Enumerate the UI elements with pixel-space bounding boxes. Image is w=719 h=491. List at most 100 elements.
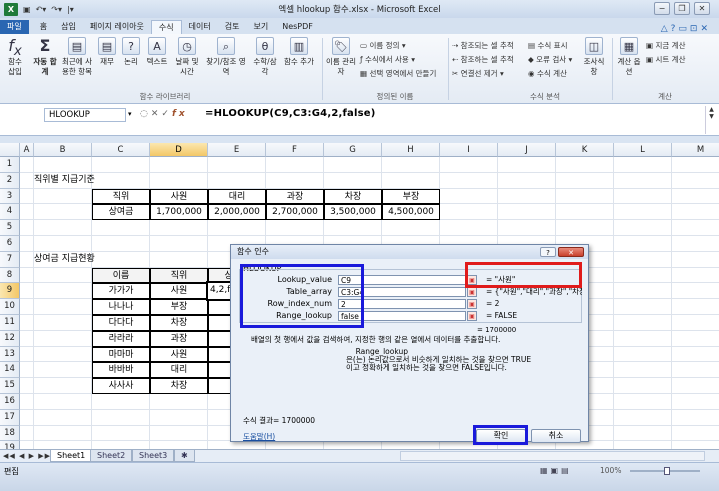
table-cell[interactable]: 라라라	[92, 330, 150, 347]
text-button[interactable]: A 텍스트	[144, 37, 170, 67]
calc-options-button[interactable]: ▦ 계산 옵션	[616, 37, 642, 77]
table-header[interactable]: 이름	[92, 267, 150, 284]
trace-precedents-button[interactable]: ⇢ 참조되는 셀 추적	[452, 40, 514, 51]
tab-insert[interactable]: 삽입	[54, 20, 83, 34]
formula-bar-icons[interactable]: ◌✕✓fx	[140, 109, 188, 119]
more-functions-button[interactable]: ▥ 함수 추가	[284, 37, 314, 67]
row-header-16[interactable]: 16	[0, 394, 20, 410]
column-header-l[interactable]: L	[614, 143, 672, 157]
new-sheet-icon[interactable]: ✱	[174, 450, 195, 462]
table-cell[interactable]: 사원	[150, 346, 208, 363]
ribbon-help-icons[interactable]: △?▭⊡✕	[661, 24, 719, 34]
range-lookup-input[interactable]: false	[338, 311, 466, 321]
finance-button[interactable]: ▤ 재무	[96, 37, 118, 67]
minimize-icon[interactable]: −	[654, 2, 670, 15]
sheet-nav-icons[interactable]: ◀◀ ◀ ▶ ▶▶	[3, 450, 51, 462]
table-cell[interactable]: 3,500,000	[324, 204, 382, 221]
table-cell[interactable]: 4,500,000	[382, 204, 440, 221]
save-icon[interactable]: ▣	[23, 5, 31, 14]
tab-home[interactable]: 홈	[33, 20, 54, 34]
cancel-button[interactable]: 취소	[531, 429, 581, 443]
table-header[interactable]: 대리	[208, 188, 266, 205]
redo-icon[interactable]: ↷▾	[51, 5, 62, 14]
row-header-1[interactable]: 1	[0, 157, 20, 173]
remove-arrows-button[interactable]: ✂ 연결선 제거 ▾	[452, 68, 504, 79]
ok-button[interactable]: 확인	[476, 429, 526, 443]
table-cell[interactable]: 마마마	[92, 346, 150, 363]
table-cell[interactable]: 대리	[150, 362, 208, 379]
math-button[interactable]: θ 수학/삼각	[250, 37, 280, 77]
sheet-tab-2[interactable]: Sheet2	[90, 450, 133, 462]
column-header-j[interactable]: J	[498, 143, 556, 157]
table-cell[interactable]: 차장	[150, 315, 208, 331]
table-title[interactable]: 직위별 지급기준	[34, 173, 174, 189]
table-cell[interactable]: 2,000,000	[208, 204, 266, 221]
table-header[interactable]: 직위	[150, 267, 208, 284]
table-cell[interactable]: 1,700,000	[150, 204, 208, 221]
column-header-h[interactable]: H	[382, 143, 440, 157]
row-header-4[interactable]: 4	[0, 204, 20, 221]
autosum-button[interactable]: Σ 자동 합계	[32, 37, 58, 77]
tab-nespdf[interactable]: NesPDF	[275, 20, 320, 34]
table-header[interactable]: 차장	[324, 188, 382, 205]
dialog-help-icon[interactable]: ?	[540, 247, 556, 257]
collapse-dialog-icon[interactable]: ▣	[467, 311, 477, 321]
restore-icon[interactable]: ❐	[674, 2, 690, 15]
table-header[interactable]: 과장	[266, 188, 324, 205]
tab-page-layout[interactable]: 페이지 레이아웃	[83, 20, 151, 34]
recent-button[interactable]: ▤ 최근에 사용한 항목	[62, 37, 92, 77]
column-header-g[interactable]: G	[324, 143, 382, 157]
column-header-c[interactable]: C	[92, 143, 150, 157]
show-formulas-button[interactable]: ▤ 수식 표시	[528, 40, 567, 51]
zoom-slider-knob[interactable]	[664, 467, 670, 475]
define-name-button[interactable]: ▭ 이름 정의 ▾	[360, 40, 406, 51]
table-header[interactable]: 직위	[92, 188, 150, 205]
zoom-level[interactable]: 100%	[600, 466, 621, 475]
row-header-19[interactable]: 19	[0, 441, 20, 449]
table-header[interactable]: 부장	[382, 188, 440, 205]
row-header-13[interactable]: 13	[0, 346, 20, 363]
error-check-button[interactable]: ◆ 오류 검사 ▾	[528, 54, 572, 65]
excel-logo-icon[interactable]: X	[4, 2, 18, 16]
table-cell[interactable]: 다다다	[92, 315, 150, 331]
name-box-dropdown-icon[interactable]: ▾	[128, 110, 132, 118]
sheet-tab-1[interactable]: Sheet1	[50, 450, 93, 462]
table-title[interactable]: 상여금 지급현황	[34, 252, 174, 268]
tab-data[interactable]: 데이터	[182, 20, 218, 34]
date-button[interactable]: ◷ 날짜 및 시간	[172, 37, 202, 77]
table-cell[interactable]: 차장	[150, 378, 208, 394]
view-buttons[interactable]: ▦▣▤	[540, 466, 572, 475]
row-header-3[interactable]: 3	[0, 188, 20, 205]
row-header-14[interactable]: 14	[0, 362, 20, 379]
table-cell[interactable]: 나나나	[92, 299, 150, 315]
row-index-input[interactable]: 2	[338, 299, 466, 309]
use-in-formula-button[interactable]: ƒ 수식에서 사용 ▾	[360, 54, 415, 65]
trace-dependents-button[interactable]: ⇠ 참조하는 셀 추적	[452, 54, 514, 65]
name-manager-button[interactable]: 🏷 이름 관리자	[326, 37, 356, 77]
logic-button[interactable]: ? 논리	[120, 37, 142, 67]
column-header-i[interactable]: I	[440, 143, 498, 157]
collapse-dialog-icon[interactable]: ▣	[467, 299, 477, 309]
table-cell[interactable]: 사원	[150, 283, 208, 300]
formula-bar-scroll[interactable]: ▲ ▼	[705, 106, 717, 134]
table-cell[interactable]: 바바바	[92, 362, 150, 379]
row-header-6[interactable]: 6	[0, 236, 20, 252]
column-header-f[interactable]: F	[266, 143, 324, 157]
row-label[interactable]: 상여금	[92, 204, 150, 221]
lookup-button[interactable]: ⌕ 찾기/참조 영역	[206, 37, 246, 77]
watch-window-button[interactable]: ◫ 조사식 창	[580, 37, 608, 77]
collapse-dialog-icon[interactable]: ▣	[467, 275, 477, 285]
collapse-dialog-icon[interactable]: ▣	[467, 287, 477, 297]
lookup-value-input[interactable]: C9	[338, 275, 466, 285]
column-header-b[interactable]: B	[34, 143, 92, 157]
table-cell[interactable]: 과장	[150, 330, 208, 347]
row-header-18[interactable]: 18	[0, 425, 20, 442]
customize-qa-icon[interactable]: |▾	[67, 5, 74, 14]
row-header-7[interactable]: 7	[0, 251, 20, 268]
dialog-close-icon[interactable]: ✕	[558, 247, 584, 257]
sheet-tab-3[interactable]: Sheet3	[132, 450, 175, 462]
name-box[interactable]: HLOOKUP	[44, 108, 126, 122]
formula-input[interactable]: =HLOOKUP(C9,C3:G4,2,false)	[205, 108, 376, 119]
column-header-k[interactable]: K	[556, 143, 614, 157]
table-array-input[interactable]: C3:G4	[338, 287, 466, 297]
